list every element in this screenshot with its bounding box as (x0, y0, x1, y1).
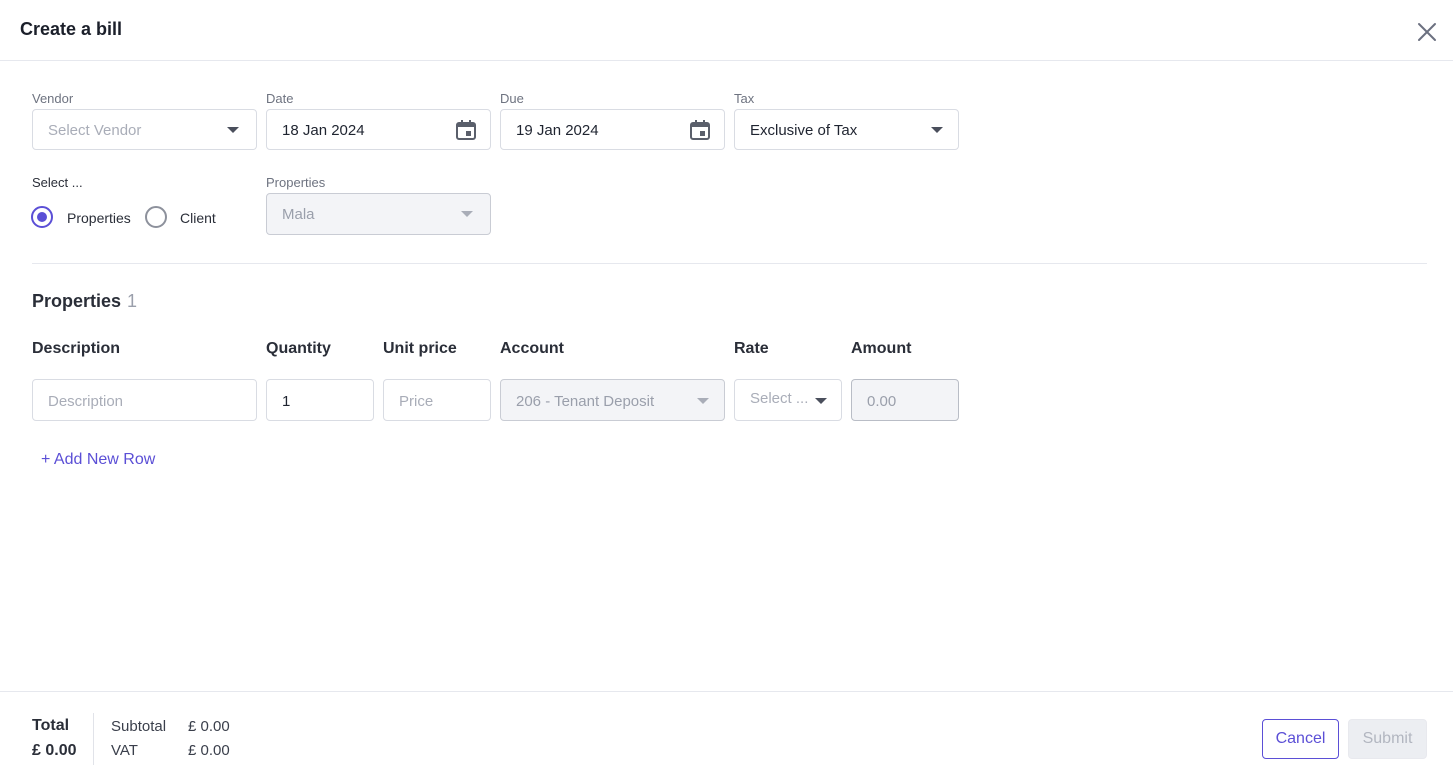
radio-client[interactable] (145, 206, 167, 228)
calendar-icon[interactable] (454, 118, 478, 142)
quantity-value: 1 (282, 393, 291, 410)
account-value: 206 - Tenant Deposit (516, 393, 655, 410)
rate-select[interactable]: Select ... (734, 379, 842, 421)
quantity-input[interactable]: 1 (266, 379, 374, 421)
calendar-icon[interactable] (688, 118, 712, 142)
chevron-down-icon (931, 127, 943, 133)
add-new-row-link[interactable]: + Add New Row (41, 451, 155, 469)
submit-button[interactable]: Submit (1348, 719, 1427, 759)
radio-properties[interactable] (31, 206, 53, 228)
col-account: Account (500, 340, 564, 357)
chevron-down-icon (697, 398, 709, 404)
date-value: 18 Jan 2024 (282, 122, 365, 139)
modal-header: Create a bill (0, 0, 1453, 61)
section-title: Properties 1 (32, 291, 137, 312)
col-description: Description (32, 340, 121, 357)
amount-value: 0.00 (867, 393, 897, 410)
chevron-down-icon (227, 127, 239, 133)
col-amount: Amount (851, 340, 912, 357)
section-divider (32, 263, 1427, 264)
total-label: Total (32, 717, 70, 734)
tax-value: Exclusive of Tax (750, 122, 858, 139)
subtotal-value: £ 0.00 (188, 718, 230, 735)
radio-client-label: Client (180, 210, 216, 226)
tax-select[interactable]: Exclusive of Tax (734, 109, 959, 150)
due-label: Due (500, 91, 524, 106)
vendor-select[interactable]: Select Vendor (32, 109, 257, 150)
rate-placeholder: Select ... (750, 390, 809, 407)
due-field[interactable]: 19 Jan 2024 (500, 109, 725, 150)
cancel-button[interactable]: Cancel (1262, 719, 1339, 759)
price-placeholder: Price (399, 393, 434, 410)
description-input[interactable]: Description (32, 379, 257, 421)
tax-label: Tax (734, 91, 755, 106)
account-select[interactable]: 206 - Tenant Deposit (500, 379, 725, 421)
date-label: Date (266, 91, 294, 106)
amount-field: 0.00 (851, 379, 959, 421)
subtotal-label: Subtotal (111, 718, 167, 735)
total-value: £ 0.00 (32, 742, 77, 759)
modal-footer (0, 691, 1453, 781)
vat-label: VAT (111, 742, 138, 759)
vendor-placeholder: Select Vendor (48, 122, 142, 139)
modal-title: Create a bill (20, 19, 123, 39)
vat-value: £ 0.00 (188, 742, 230, 759)
close-icon[interactable] (1416, 21, 1438, 43)
col-rate: Rate (734, 340, 769, 357)
section-title-text: Properties (32, 291, 122, 311)
chevron-down-icon (461, 211, 473, 217)
footer-separator (93, 713, 94, 765)
due-value: 19 Jan 2024 (516, 122, 599, 139)
select-type-label: Select ... (32, 175, 83, 190)
col-quantity: Quantity (266, 340, 331, 357)
price-input[interactable]: Price (383, 379, 491, 421)
col-unit-price: Unit price (383, 340, 457, 357)
section-count: 1 (127, 291, 138, 311)
chevron-down-icon (815, 398, 827, 404)
description-placeholder: Description (48, 393, 124, 410)
radio-properties-label: Properties (67, 210, 131, 226)
properties-value: Mala (282, 206, 315, 223)
date-field[interactable]: 18 Jan 2024 (266, 109, 491, 150)
properties-label: Properties (266, 175, 326, 190)
vendor-label: Vendor (32, 91, 74, 106)
properties-select[interactable]: Mala (266, 193, 491, 235)
